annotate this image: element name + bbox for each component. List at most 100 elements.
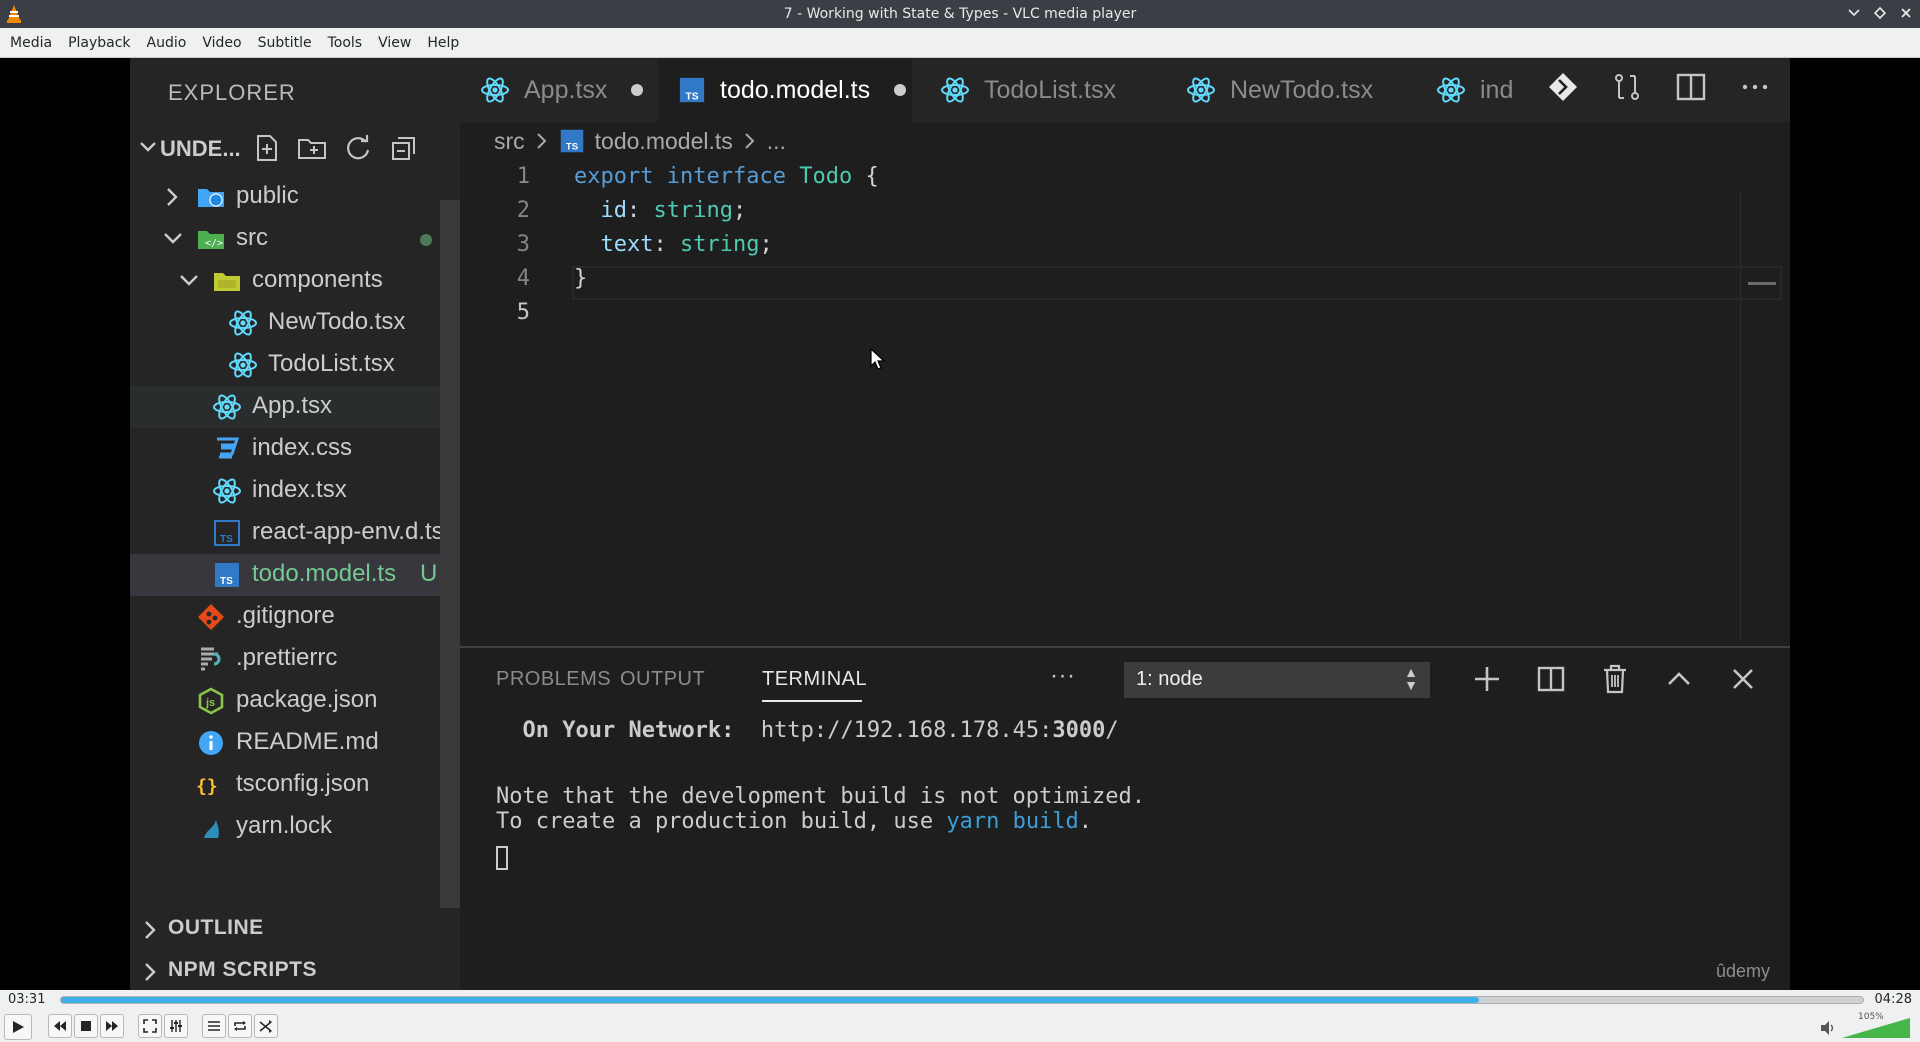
menu-subtitle[interactable]: Subtitle bbox=[250, 28, 320, 58]
code-line-1: export interface Todo { bbox=[574, 164, 879, 189]
breadcrumb-folder[interactable]: src bbox=[494, 128, 525, 155]
volume-control[interactable]: 105% bbox=[1820, 1012, 1910, 1038]
info-icon bbox=[199, 731, 223, 755]
chevron-right-icon bbox=[145, 963, 156, 981]
terminal-line: To create a production build, use yarn b… bbox=[496, 809, 1145, 834]
maximize-panel-icon[interactable] bbox=[1662, 662, 1696, 696]
tree-item-yarn-lock[interactable]: yarn.lock bbox=[130, 806, 440, 848]
tree-item-app[interactable]: App.tsx bbox=[130, 386, 440, 428]
tree-item-label: index.css bbox=[252, 434, 353, 461]
chevron-down-icon bbox=[180, 275, 198, 286]
tree-item-tsconfig[interactable]: {} tsconfig.json bbox=[130, 764, 440, 806]
play-button[interactable] bbox=[4, 1014, 32, 1040]
code-token: export bbox=[574, 164, 654, 189]
chevron-right-icon bbox=[167, 188, 178, 206]
tree-item-todolist[interactable]: TodoList.tsx bbox=[130, 344, 440, 386]
npm-scripts-section[interactable]: NPM SCRIPTS bbox=[130, 952, 460, 990]
tab-problems[interactable]: PROBLEMS bbox=[496, 668, 611, 691]
menu-view[interactable]: View bbox=[370, 28, 419, 58]
menu-video[interactable]: Video bbox=[194, 28, 249, 58]
tab-app-tsx[interactable]: App.tsx bbox=[460, 58, 658, 122]
menu-tools[interactable]: Tools bbox=[320, 28, 371, 58]
code-token: { bbox=[865, 164, 879, 189]
more-actions-icon[interactable] bbox=[1738, 70, 1772, 104]
menu-help[interactable]: Help bbox=[419, 28, 467, 58]
menu-bar: Media Playback Audio Video Subtitle Tool… bbox=[0, 28, 1920, 58]
react-icon bbox=[941, 77, 969, 103]
tree-item-src[interactable]: </> src bbox=[130, 218, 440, 260]
new-terminal-icon[interactable] bbox=[1470, 662, 1504, 696]
tree-item-todo-model[interactable]: TS todo.model.ts U bbox=[130, 554, 440, 596]
code-line-3: text: string; bbox=[574, 232, 773, 257]
tab-todolist[interactable]: TodoList.tsx bbox=[912, 58, 1158, 122]
shuffle-button[interactable] bbox=[254, 1014, 278, 1038]
public-folder-icon bbox=[198, 189, 224, 207]
tab-output[interactable]: OUTPUT bbox=[620, 668, 705, 691]
previous-button[interactable] bbox=[48, 1014, 72, 1038]
trash-icon[interactable] bbox=[1598, 662, 1632, 696]
tab-terminal[interactable]: TERMINAL bbox=[762, 668, 867, 691]
tab-newtodo[interactable]: NewTodo.tsx bbox=[1158, 58, 1408, 122]
tree-item-index-css[interactable]: index.css bbox=[130, 428, 440, 470]
code-token: text bbox=[600, 232, 654, 257]
extended-settings-button[interactable] bbox=[164, 1014, 188, 1038]
tree-item-public[interactable]: public bbox=[130, 176, 440, 218]
minimize-icon[interactable] bbox=[1846, 4, 1862, 22]
mouse-pointer-icon bbox=[870, 348, 886, 370]
terminal-select[interactable]: 1: node ▲ ▼ bbox=[1124, 662, 1430, 698]
code-token: string bbox=[653, 198, 733, 223]
tab-label: App.tsx bbox=[524, 75, 608, 104]
menu-playback[interactable]: Playback bbox=[60, 28, 138, 58]
next-button[interactable] bbox=[100, 1014, 124, 1038]
minimap-slider[interactable] bbox=[1748, 282, 1776, 285]
close-icon[interactable] bbox=[1898, 4, 1914, 22]
tree-item-newtodo[interactable]: NewTodo.tsx bbox=[130, 302, 440, 344]
sidebar-scrollbar[interactable] bbox=[440, 200, 460, 908]
window-title: 7 - Working with State & Types - VLC med… bbox=[783, 6, 1137, 22]
tab-label: todo.model.ts bbox=[720, 75, 871, 104]
tree-item-prettierrc[interactable]: .prettierrc bbox=[130, 638, 440, 680]
equalizer-icon bbox=[170, 1020, 182, 1032]
css-icon bbox=[217, 437, 240, 459]
tree-item-package-json[interactable]: js package.json bbox=[130, 680, 440, 722]
menu-audio[interactable]: Audio bbox=[139, 28, 195, 58]
tree-item-index-tsx[interactable]: index.tsx bbox=[130, 470, 440, 512]
tree-item-components[interactable]: components bbox=[130, 260, 440, 302]
menu-media[interactable]: Media bbox=[2, 28, 60, 58]
fullscreen-button[interactable] bbox=[138, 1014, 162, 1038]
ts-icon: TS bbox=[560, 129, 583, 153]
split-terminal-icon[interactable] bbox=[1534, 662, 1568, 696]
loop-button[interactable] bbox=[228, 1014, 252, 1038]
stop-button[interactable] bbox=[74, 1014, 98, 1038]
code-line-4: } bbox=[574, 266, 587, 291]
breadcrumb-file[interactable]: todo.model.ts bbox=[595, 128, 733, 155]
seek-slider[interactable] bbox=[60, 996, 1864, 1004]
close-panel-icon[interactable] bbox=[1726, 662, 1760, 696]
tab-todo-model[interactable]: TS todo.model.ts bbox=[658, 58, 912, 122]
tab-index[interactable]: ind bbox=[1408, 58, 1528, 122]
panel-more-icon[interactable]: ··· bbox=[1050, 662, 1075, 690]
git-compare-icon[interactable] bbox=[1546, 70, 1580, 104]
maximize-icon[interactable] bbox=[1872, 4, 1888, 22]
outline-section[interactable]: OUTLINE bbox=[130, 910, 460, 950]
code-editor[interactable]: 1 2 3 4 5 export interface Todo { id: st… bbox=[460, 160, 1790, 646]
tree-item-react-app-env[interactable]: TS react-app-env.d.ts bbox=[130, 512, 440, 554]
video-frame[interactable]: EXPLORER UNDE... public </> src componen… bbox=[0, 58, 1920, 990]
tree-item-label: index.tsx bbox=[252, 476, 347, 503]
udemy-watermark: ûdemy bbox=[1715, 961, 1770, 981]
tree-item-label: TodoList.tsx bbox=[268, 350, 395, 377]
breadcrumb-more[interactable]: ... bbox=[767, 128, 786, 155]
terminal-output[interactable]: On Your Network: http://192.168.178.45:3… bbox=[496, 718, 1145, 834]
chevron-right-icon bbox=[536, 133, 547, 149]
playlist-button[interactable] bbox=[202, 1014, 226, 1038]
project-header: UNDE... bbox=[130, 130, 460, 170]
seek-progress bbox=[61, 997, 1480, 1003]
tree-item-gitignore[interactable]: .gitignore bbox=[130, 596, 440, 638]
split-editor-icon[interactable] bbox=[1674, 70, 1708, 104]
tree-item-readme[interactable]: README.md bbox=[130, 722, 440, 764]
tree-item-label: todo.model.ts bbox=[252, 560, 397, 587]
open-changes-icon[interactable] bbox=[1610, 70, 1644, 104]
json-icon: {} bbox=[196, 776, 218, 797]
code-token: string bbox=[679, 232, 760, 257]
